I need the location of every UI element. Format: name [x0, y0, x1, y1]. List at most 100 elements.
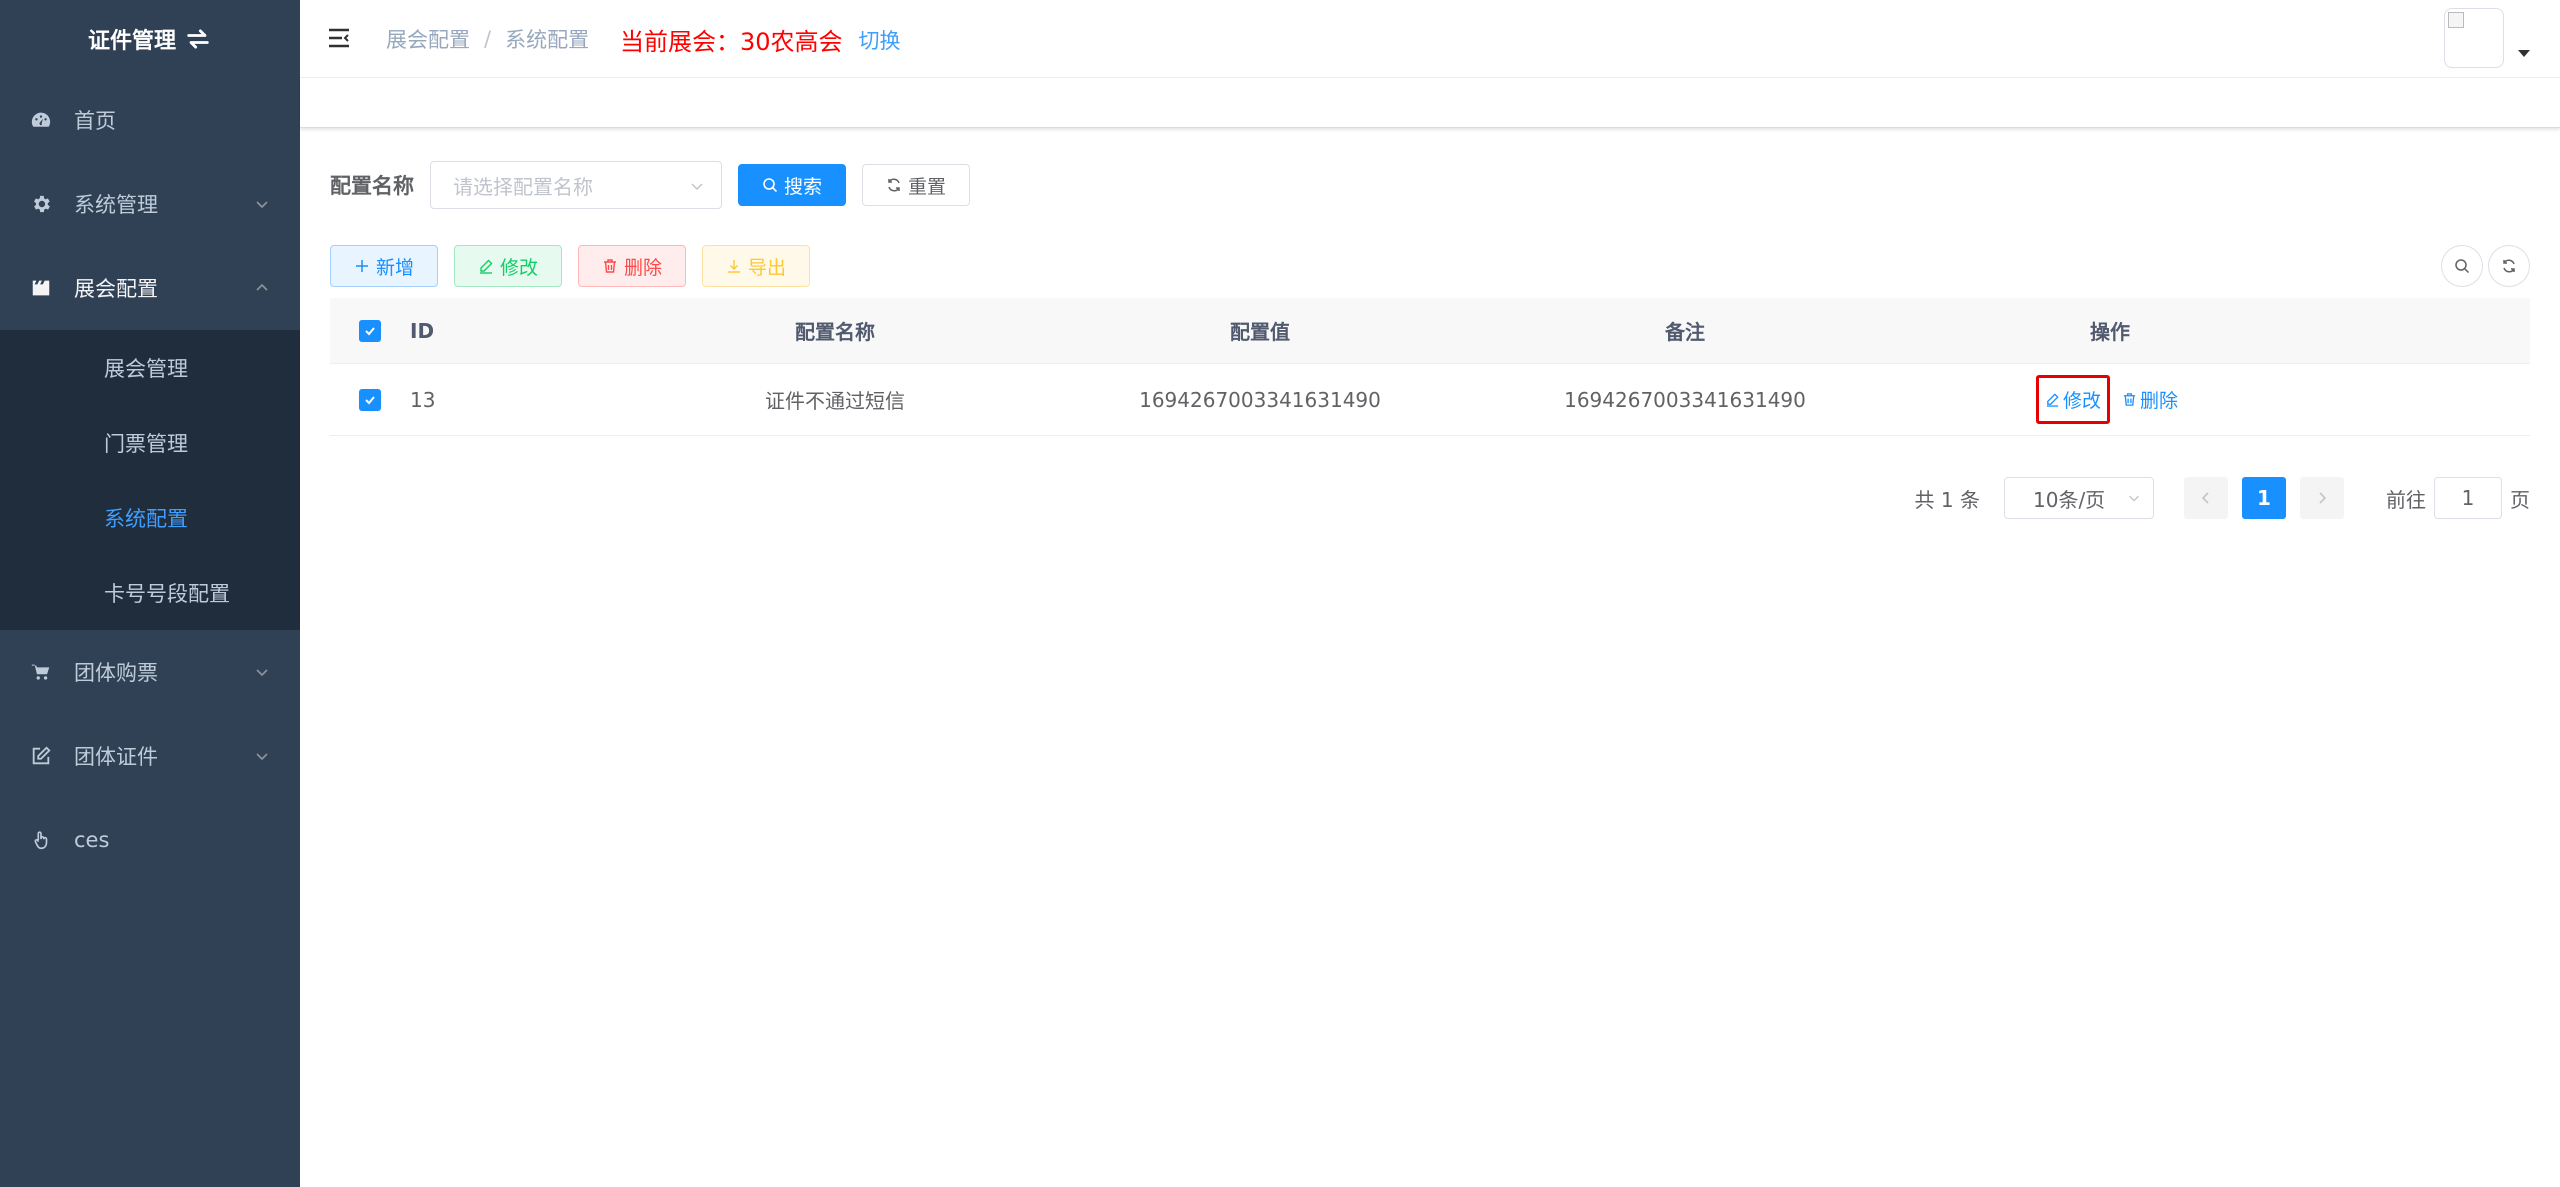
breadcrumb-item-current: 系统配置 [505, 28, 590, 52]
chevron-down-icon [2129, 495, 2139, 502]
table-row[interactable]: 13 证件不通过短信 1694267003341631490 169426700… [330, 364, 2530, 436]
page-suffix-label: 页 [2510, 487, 2530, 512]
chevron-down-icon [691, 183, 703, 191]
menu-item-system-management[interactable]: 系统管理 [0, 162, 300, 246]
row-delete-label: 删除 [2140, 390, 2179, 412]
edit-icon [2046, 393, 2059, 407]
chevron-down-icon [256, 201, 268, 209]
switch-expo-link[interactable]: 切换 [859, 25, 901, 55]
cell-config-name: 证件不通过短信 [765, 389, 905, 413]
breadcrumb-separator: / [484, 27, 492, 51]
current-expo-label: 当前展会： [620, 28, 740, 56]
delete-button-label: 删除 [623, 256, 662, 279]
row-edit-link[interactable]: 修改 [2035, 375, 2110, 424]
column-header-remark: 备注 [1665, 320, 1705, 344]
avatar[interactable] [2444, 8, 2504, 68]
export-button-label: 导出 [747, 256, 786, 279]
cell-actions: 修改 删除 [1910, 375, 2310, 424]
config-name-placeholder: 请选择配置名称 [453, 174, 593, 199]
delete-icon [603, 259, 616, 273]
toggle-search-button[interactable] [2441, 245, 2483, 287]
toolbar: 新增 修改 删除 导出 [330, 245, 810, 287]
clapperboard-icon [30, 277, 52, 299]
goto-label: 前往 [2386, 487, 2426, 512]
main-content: 配置名称 请选择配置名称 搜索 重置 新增 修改 删除 导出 ID 配置名称 配… [330, 128, 2530, 1168]
delete-button[interactable]: 删除 [578, 245, 686, 287]
next-page-button[interactable] [2300, 477, 2344, 519]
pagination: 共 1 条 10条/页 1 前往 页 [1915, 477, 2530, 519]
config-name-select[interactable]: 请选择配置名称 [430, 161, 722, 209]
submenu-item-system-config[interactable]: 系统配置 [0, 480, 300, 555]
chevron-up-icon [256, 283, 268, 291]
page-jumper: 前往 页 [2386, 477, 2530, 519]
add-button-label: 新增 [375, 256, 414, 279]
refresh-icon [888, 178, 900, 192]
cell-config-value: 1694267003341631490 [1139, 387, 1381, 412]
export-button[interactable]: 导出 [702, 245, 810, 287]
refresh-button[interactable] [2488, 245, 2530, 287]
chevron-down-icon [256, 753, 268, 761]
menu-item-label: 展会配置 [74, 277, 158, 301]
gear-icon [30, 193, 52, 215]
tags-view-bar [300, 78, 2560, 128]
menu-item-group-certificate[interactable]: 团体证件 [0, 714, 300, 798]
breadcrumb: 展会配置 / 系统配置 [386, 24, 589, 54]
current-expo-name: 30农高会 [740, 28, 843, 56]
submenu-expo-config: 展会管理 门票管理 系统配置 卡号号段配置 [0, 330, 300, 630]
edit-button-label: 修改 [499, 256, 538, 279]
search-button[interactable]: 搜索 [738, 164, 846, 206]
table-header: ID 配置名称 配置值 备注 操作 [330, 298, 2530, 364]
menu-item-expo-config[interactable]: 展会配置 [0, 246, 300, 330]
dashboard-icon [30, 109, 52, 131]
row-checkbox-cell [330, 388, 410, 411]
cell-id: 13 [410, 387, 436, 412]
row-edit-label: 修改 [2062, 390, 2101, 412]
menu-item-group-ticket[interactable]: 团体购票 [0, 630, 300, 714]
submenu-item-expo-management[interactable]: 展会管理 [0, 330, 300, 405]
row-checkbox[interactable] [359, 388, 381, 411]
submenu-item-ticket-management[interactable]: 门票管理 [0, 405, 300, 480]
edit-button[interactable]: 修改 [454, 245, 562, 287]
reset-button-label: 重置 [907, 175, 946, 198]
config-table: ID 配置名称 配置值 备注 操作 13 证件不通过短信 16942670033… [330, 298, 2530, 436]
add-button[interactable]: 新增 [330, 245, 438, 287]
chevron-left-icon [2201, 492, 2209, 504]
page-size-value: 10条/页 [2033, 487, 2106, 512]
row-delete-link[interactable]: 删除 [2116, 375, 2184, 424]
menu-item-label: 团体证件 [74, 745, 158, 769]
chevron-down-icon [256, 669, 268, 677]
download-icon [727, 260, 740, 273]
prev-page-button[interactable] [2184, 477, 2228, 519]
edit-icon [30, 745, 52, 767]
switch-icon[interactable] [184, 25, 212, 53]
pointer-hand-icon [30, 829, 52, 851]
page-size-select[interactable]: 10条/页 [2004, 477, 2154, 519]
reset-button[interactable]: 重置 [862, 164, 970, 206]
refresh-icon [2503, 259, 2515, 273]
config-name-label: 配置名称 [330, 174, 414, 198]
column-header-id: ID [410, 318, 435, 343]
select-all-checkbox[interactable] [359, 319, 381, 342]
shopping-cart-icon [30, 661, 52, 683]
column-header-actions: 操作 [2090, 320, 2130, 344]
menu-item-home[interactable]: 首页 [0, 78, 300, 162]
breadcrumb-item[interactable]: 展会配置 [386, 24, 470, 54]
topbar: 展会配置 / 系统配置 当前展会： 30农高会 切换 [300, 0, 2560, 78]
edit-icon [479, 259, 493, 274]
search-icon [763, 178, 778, 193]
goto-page-input[interactable] [2434, 477, 2502, 519]
plus-icon [355, 260, 368, 272]
cell-remark: 1694267003341631490 [1564, 387, 1806, 412]
search-button-label: 搜索 [783, 175, 822, 198]
page-number-current[interactable]: 1 [2242, 477, 2286, 519]
check-icon [365, 395, 375, 404]
caret-down-icon[interactable] [2518, 50, 2530, 57]
app-title: 证件管理 [87, 29, 176, 54]
delete-icon [2123, 393, 2136, 406]
menu-item-label: ces [74, 828, 110, 852]
menu-item-ces[interactable]: ces [0, 798, 300, 882]
current-expo: 当前展会： 30农高会 切换 [620, 22, 901, 57]
menu-collapse-icon[interactable] [326, 25, 352, 51]
submenu-item-card-number-config[interactable]: 卡号号段配置 [0, 555, 300, 630]
sidebar-brand: 证件管理 [0, 0, 300, 78]
